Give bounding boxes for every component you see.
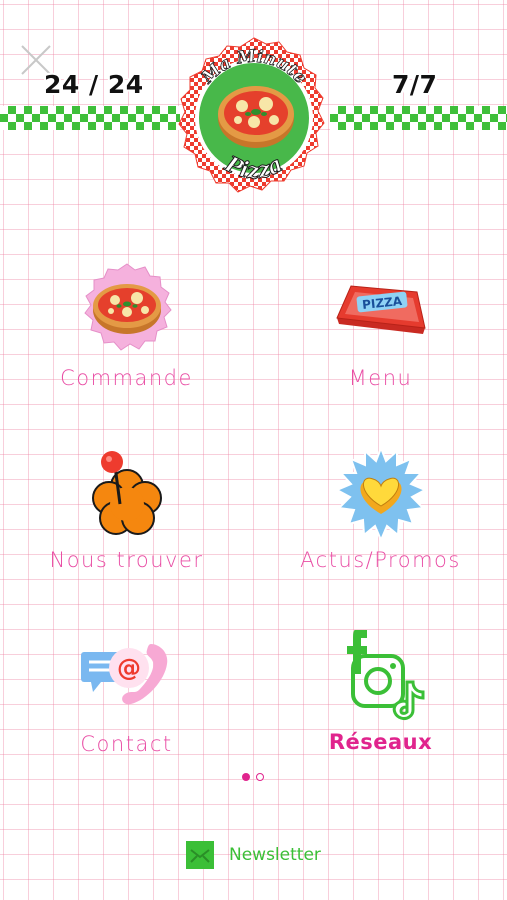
- menu-item-contact[interactable]: @ Contact: [0, 624, 253, 794]
- pizza-icon: [79, 260, 175, 360]
- menu-item-nous-trouver[interactable]: Nous trouver: [0, 440, 253, 610]
- mail-icon: [186, 841, 214, 869]
- svg-text:@: @: [117, 654, 141, 682]
- opening-days: 7/7: [392, 70, 438, 99]
- brand-logo[interactable]: Ma Minute Pizza: [170, 34, 338, 202]
- opening-hours: 24 / 24: [44, 70, 144, 99]
- menu-item-reseaux[interactable]: Réseaux: [254, 624, 507, 794]
- pizza-box-icon: PIZZA: [333, 278, 429, 342]
- menu-item-label: Actus/Promos: [300, 548, 461, 572]
- pagination-dot-active[interactable]: [242, 773, 250, 781]
- checkered-band-right: [330, 106, 507, 130]
- menu-item-label: Réseaux: [328, 730, 433, 754]
- menu-item-label: Commande: [60, 366, 193, 390]
- newsletter-button[interactable]: Newsletter: [186, 840, 336, 870]
- menu-item-actus-promos[interactable]: Actus/Promos: [254, 440, 507, 610]
- heart-badge-icon: [333, 445, 429, 546]
- menu-item-label: Nous trouver: [49, 548, 204, 572]
- menu-item-commande[interactable]: Commande: [0, 256, 253, 426]
- checkered-band-left: [0, 106, 180, 130]
- pagination-dots[interactable]: [240, 771, 270, 783]
- newsletter-label: Newsletter: [229, 845, 321, 865]
- menu-item-label: Contact: [80, 732, 173, 756]
- map-pin-flower-icon: [82, 446, 172, 546]
- menu-item-label: Menu: [348, 366, 413, 390]
- menu-item-menu[interactable]: PIZZA Menu: [254, 256, 507, 426]
- social-networks-icon: [333, 626, 429, 726]
- pagination-dot[interactable]: [256, 773, 264, 781]
- contact-chat-phone-icon: @: [77, 634, 177, 718]
